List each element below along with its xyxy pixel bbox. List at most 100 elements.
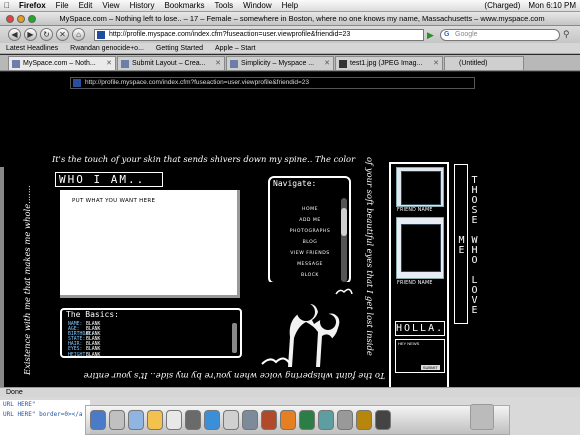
minimize-window-icon[interactable] — [17, 14, 25, 23]
url-text: http://profile.myspace.com/index.cfm?fus… — [109, 30, 351, 38]
site-favicon-icon — [73, 79, 81, 87]
friend-name-label[interactable]: FRIEND NAME — [397, 208, 433, 213]
those-who-love-me-heading: THOSE WHO LOVE ME — [454, 164, 480, 324]
menu-history[interactable]: History — [125, 1, 160, 10]
search-icon[interactable]: ⚲ — [563, 29, 570, 40]
terminal-window[interactable]: URL HERE" URL HERE" border=0></a — [0, 400, 90, 435]
menu-bar:  Firefox File Edit View History Bookmar… — [0, 0, 580, 12]
nav-link-photographs[interactable]: PHOTOGRAPHS — [284, 226, 336, 237]
basics-value: BLANK — [86, 352, 101, 358]
menu-tools[interactable]: Tools — [209, 1, 238, 10]
holla-field[interactable]: HEY NEWS — [396, 340, 444, 347]
reload-icon[interactable]: ↻ — [40, 28, 53, 41]
textedit-icon[interactable] — [166, 410, 182, 430]
nav-link-view-friends[interactable]: VIEW FRIENDS — [284, 248, 336, 259]
menu-app-firefox[interactable]: Firefox — [14, 1, 51, 10]
app-icon[interactable] — [242, 410, 258, 430]
friend-photo[interactable] — [401, 171, 441, 205]
tab-test-jpg[interactable]: test1.jpg (JPEG Imag... ✕ — [335, 56, 443, 70]
quote-bottom-text: To the faint whispering voice when you'r… — [83, 370, 385, 380]
navigate-menu: HOME ADD ME PHOTOGRAPHS BLOG VIEW FRIEND… — [284, 204, 336, 281]
basics-box: The Basics: NAME: BLANK AGE: BLANK BIRTHDA… — [60, 308, 242, 358]
url-field[interactable]: http://profile.myspace.com/index.cfm?fus… — [94, 28, 424, 41]
stickies-icon[interactable] — [147, 410, 163, 430]
battery-status[interactable]: (Charged) — [484, 1, 520, 10]
bookmarks-bar: Latest Headlines Rwandan genocide+o... G… — [0, 43, 580, 54]
menu-bookmarks[interactable]: Bookmarks — [159, 1, 209, 10]
window-title: MySpace.com – Nothing left to lose.. – 1… — [59, 14, 545, 23]
app-icon[interactable] — [185, 410, 201, 430]
mail-icon[interactable] — [128, 410, 144, 430]
basics-list: NAME: BLANK AGE: BLANK BIRTHDAY:BLANK STAT… — [68, 322, 228, 358]
nav-link-home[interactable]: HOME — [284, 204, 336, 215]
tab-untitled[interactable]: (Untitled) — [444, 56, 524, 70]
friend-name-label[interactable]: FRIEND NAME — [397, 281, 433, 286]
dock — [85, 405, 510, 435]
go-arrow-icon[interactable]: ▶ — [427, 30, 437, 40]
itunes-icon[interactable] — [318, 410, 334, 430]
page-left-scroll[interactable] — [0, 167, 4, 387]
tab-myspace[interactable]: MySpace.com – Noth... ✕ — [8, 56, 116, 70]
app-icon[interactable] — [337, 410, 353, 430]
firefox-icon[interactable] — [280, 410, 296, 430]
close-tab-icon[interactable]: ✕ — [215, 57, 221, 70]
holla-submit-button[interactable]: SUBMIT — [420, 365, 440, 370]
clock[interactable]: Mon 6:10 PM — [528, 1, 576, 10]
site-favicon-icon — [97, 30, 105, 39]
close-window-icon[interactable] — [6, 14, 14, 23]
app-icon[interactable] — [356, 410, 372, 430]
nav-link-message[interactable]: MESSAGE — [284, 259, 336, 270]
search-placeholder: Google — [455, 30, 478, 38]
menu-file[interactable]: File — [51, 1, 74, 10]
holla-heading: HOLLA. — [395, 321, 445, 336]
tab-label: Simplicity – Myspace ... — [241, 60, 315, 67]
tab-simplicity[interactable]: Simplicity – Myspace ... ✕ — [226, 56, 334, 70]
zoom-window-icon[interactable] — [28, 14, 36, 23]
home-icon[interactable]: ⌂ — [72, 28, 85, 41]
friend-photo[interactable] — [401, 224, 441, 272]
tab-submit-layout[interactable]: Submit Layout – Crea... ✕ — [117, 56, 225, 70]
bookmark-latest-headlines[interactable]: Latest Headlines — [6, 45, 58, 52]
finder-icon[interactable] — [90, 410, 106, 430]
bookmark-rwandan[interactable]: Rwandan genocide+o... — [70, 45, 144, 52]
who-i-am-box: PUT WHAT YOU WANT HERE — [60, 190, 240, 298]
friend-photo-frame[interactable] — [396, 167, 444, 207]
system-prefs-icon[interactable] — [109, 410, 125, 430]
close-tab-icon[interactable]: ✕ — [433, 57, 439, 70]
navigation-toolbar: ◀ ▶ ↻ ✕ ⌂ http://profile.myspace.com/ind… — [0, 26, 580, 43]
app-icon[interactable] — [223, 410, 239, 430]
terminal-app-icon[interactable] — [375, 410, 391, 430]
navigate-scrollbar-thumb[interactable] — [341, 208, 347, 236]
basics-scrollbar[interactable] — [232, 323, 237, 353]
photo-app-icon[interactable] — [261, 410, 277, 430]
bookmark-getting-started[interactable]: Getting Started — [156, 45, 203, 52]
nav-link-add-me[interactable]: ADD ME — [284, 215, 336, 226]
window-controls — [0, 14, 44, 23]
back-arrow-icon[interactable]: ◀ — [8, 28, 21, 41]
menu-help[interactable]: Help — [277, 1, 303, 10]
bookmark-apple-start[interactable]: Apple – Start — [215, 45, 255, 52]
status-bar: Done — [0, 387, 580, 397]
search-input[interactable]: G Google — [440, 28, 560, 41]
tab-label: Submit Layout – Crea... — [132, 60, 206, 67]
menu-view[interactable]: View — [97, 1, 124, 10]
window-titlebar: MySpace.com – Nothing left to lose.. – 1… — [0, 12, 580, 26]
holla-comment-box[interactable]: HEY NEWS SUBMIT — [395, 339, 445, 373]
stop-icon[interactable]: ✕ — [56, 28, 69, 41]
friend-photo-frame[interactable] — [396, 217, 444, 279]
forward-arrow-icon[interactable]: ▶ — [24, 28, 37, 41]
safari-icon[interactable] — [204, 410, 220, 430]
menu-window[interactable]: Window — [238, 1, 276, 10]
menu-edit[interactable]: Edit — [74, 1, 98, 10]
who-i-am-content: PUT WHAT YOU WANT HERE — [72, 198, 156, 204]
close-tab-icon[interactable]: ✕ — [324, 57, 330, 70]
nav-link-blog[interactable]: BLOG — [284, 237, 336, 248]
nav-link-block[interactable]: BLOCK — [284, 270, 336, 281]
friends-column: FRIEND NAME FRIEND NAME HOLLA. HEY NEWS … — [389, 162, 449, 387]
navigate-title: Navigate: — [273, 179, 317, 188]
trash-icon[interactable] — [470, 404, 494, 430]
close-tab-icon[interactable]: ✕ — [106, 57, 112, 70]
app-icon[interactable] — [299, 410, 315, 430]
apple-menu-icon[interactable]:  — [0, 1, 14, 10]
quote-left-text: Existence with me that makes me whole...… — [22, 185, 32, 375]
